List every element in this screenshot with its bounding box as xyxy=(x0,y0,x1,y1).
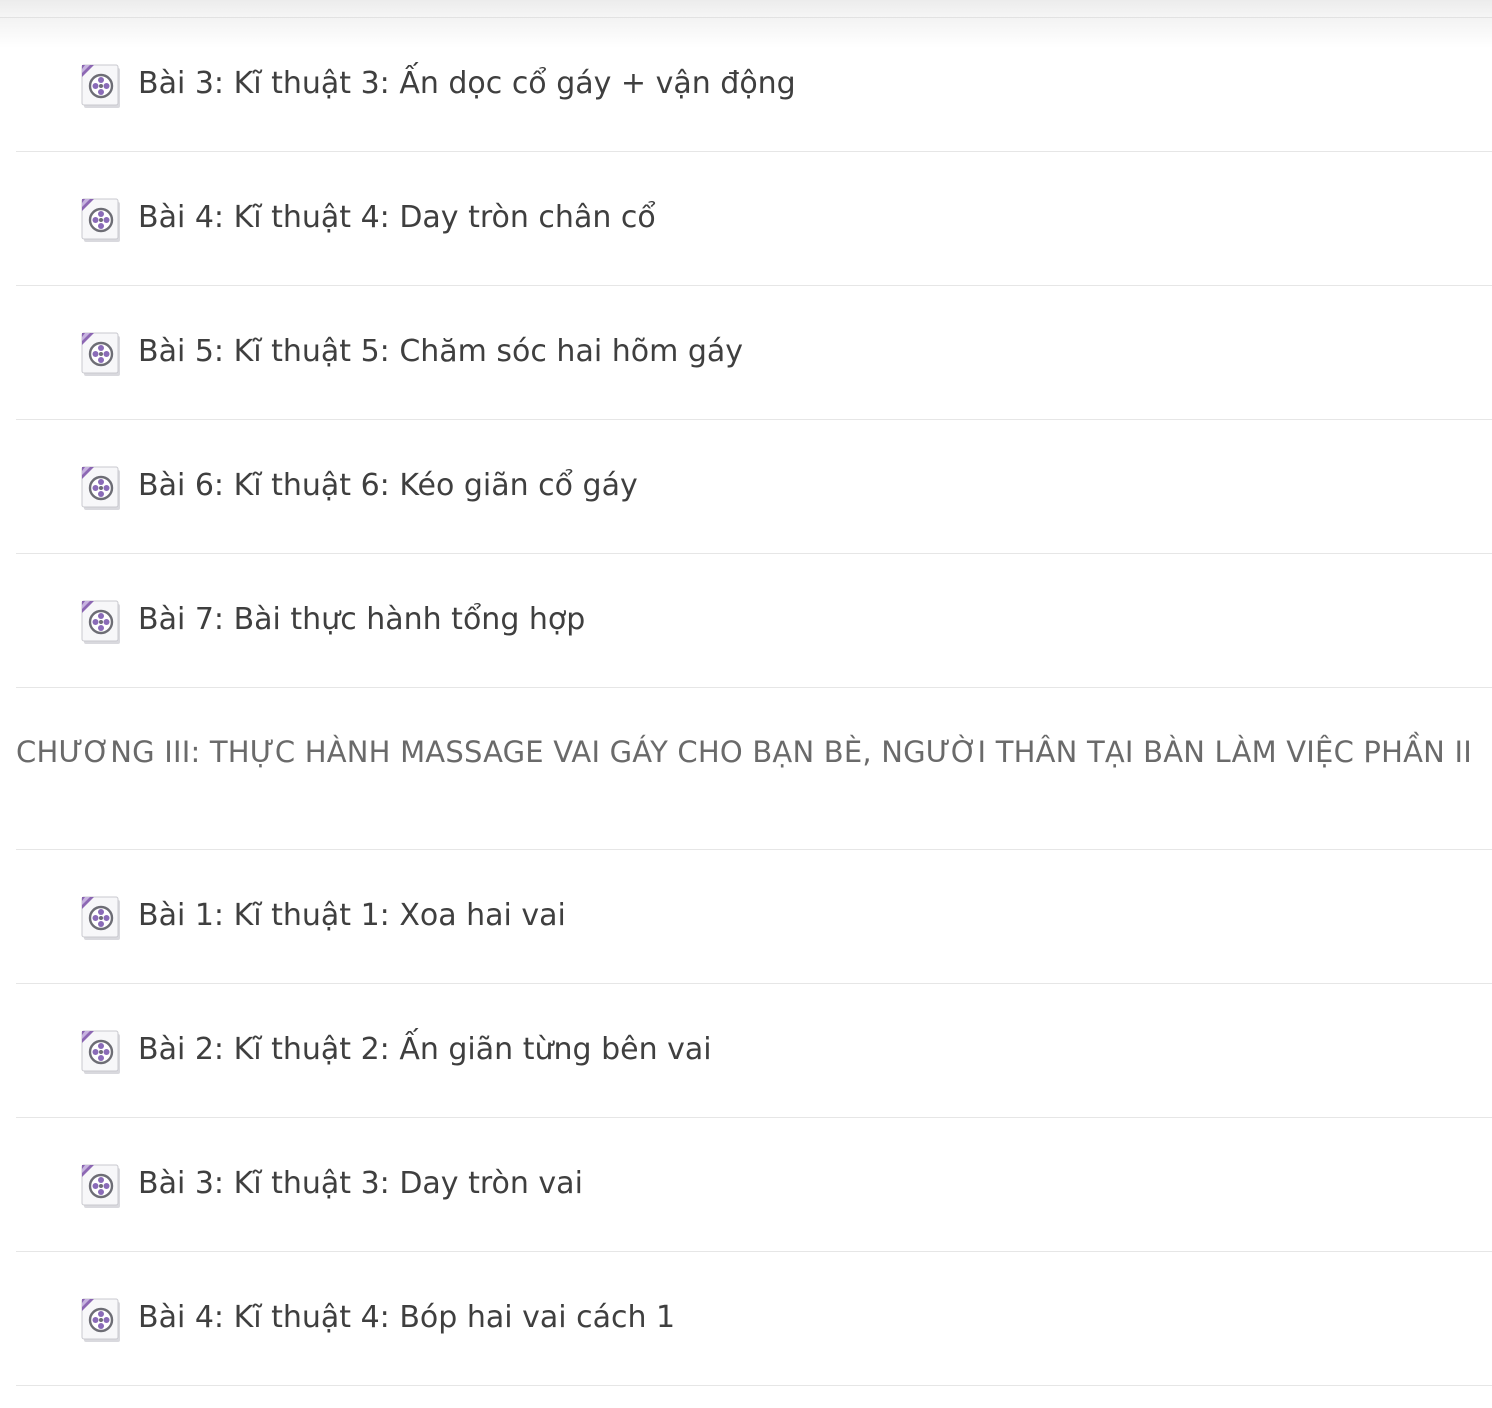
lesson-title[interactable]: Bài 4: Kĩ thuật 4: Day tròn chân cổ xyxy=(138,152,656,285)
lesson-item[interactable]: Bài 4: Kĩ thuật 4: Bóp hai vai cách 1 xyxy=(16,1252,1492,1386)
lesson-item[interactable]: Bài 6: Kĩ thuật 6: Kéo giãn cổ gáy xyxy=(16,420,1492,554)
video-file-icon xyxy=(80,1296,124,1344)
lesson-item[interactable]: Bài 1: Kĩ thuật 1: Xoa hai vai xyxy=(16,850,1492,984)
lesson-item[interactable]: Bài 5: Kĩ thuật 5: Chăm sóc hai hõm gáy xyxy=(16,286,1492,420)
video-file-icon xyxy=(80,598,124,646)
video-file-icon xyxy=(80,894,124,942)
lesson-title[interactable]: Bài 6: Kĩ thuật 6: Kéo giãn cổ gáy xyxy=(138,420,638,553)
lesson-title[interactable]: Bài 7: Bài thực hành tổng hợp xyxy=(138,554,585,687)
lesson-title[interactable]: Bài 2: Kĩ thuật 2: Ấn giãn từng bên vai xyxy=(138,984,712,1117)
lesson-item[interactable]: Bài 4: Kĩ thuật 4: Day tròn chân cổ xyxy=(16,152,1492,286)
lesson-title[interactable]: Bài 1: Kĩ thuật 1: Xoa hai vai xyxy=(138,850,566,983)
video-file-icon xyxy=(80,464,124,512)
lesson-item[interactable]: Bài 3: Kĩ thuật 3: Day tròn vai xyxy=(16,1118,1492,1252)
video-file-icon xyxy=(80,330,124,378)
course-lesson-list: Bài 3: Kĩ thuật 3: Ấn dọc cổ gáy + vận đ… xyxy=(16,18,1492,1386)
video-file-icon xyxy=(80,1162,124,1210)
lesson-title[interactable]: Bài 3: Kĩ thuật 3: Ấn dọc cổ gáy + vận đ… xyxy=(138,18,796,151)
video-file-icon xyxy=(80,62,124,110)
top-bar-shadow xyxy=(0,0,1492,18)
lesson-item[interactable]: Bài 7: Bài thực hành tổng hợp xyxy=(16,554,1492,688)
lesson-title[interactable]: Bài 5: Kĩ thuật 5: Chăm sóc hai hõm gáy xyxy=(138,286,743,419)
lesson-title[interactable]: Bài 3: Kĩ thuật 3: Day tròn vai xyxy=(138,1118,583,1251)
video-file-icon xyxy=(80,1028,124,1076)
video-file-icon xyxy=(80,196,124,244)
lesson-title[interactable]: Bài 4: Kĩ thuật 4: Bóp hai vai cách 1 xyxy=(138,1252,675,1385)
lesson-item[interactable]: Bài 3: Kĩ thuật 3: Ấn dọc cổ gáy + vận đ… xyxy=(16,18,1492,152)
chapter-section: CHƯƠNG III: THỰC HÀNH MASSAGE VAI GÁY CH… xyxy=(16,688,1492,850)
lesson-item[interactable]: Bài 2: Kĩ thuật 2: Ấn giãn từng bên vai xyxy=(16,984,1492,1118)
chapter-title: CHƯƠNG III: THỰC HÀNH MASSAGE VAI GÁY CH… xyxy=(16,735,1472,769)
